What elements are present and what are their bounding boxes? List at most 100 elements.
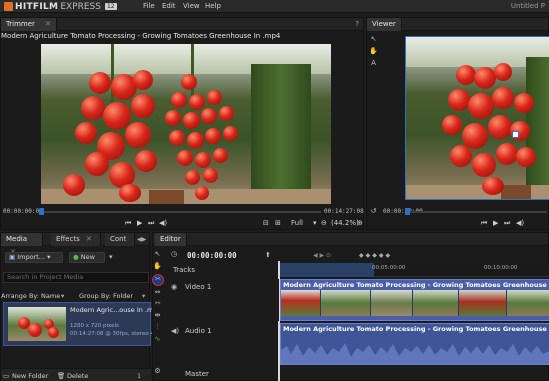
menu-help[interactable]: Help xyxy=(205,2,221,10)
delete-button[interactable]: Delete xyxy=(67,372,88,380)
clip-thumbnail xyxy=(507,290,549,316)
crate xyxy=(501,185,531,199)
tracks-label: Tracks xyxy=(173,266,195,274)
viewer-video-frame[interactable] xyxy=(405,36,549,200)
volume-icon[interactable]: ◀) xyxy=(159,219,167,227)
menu-view[interactable]: View xyxy=(183,2,200,10)
ripple-tool-icon[interactable]: ⇹ xyxy=(153,311,162,320)
tomato xyxy=(119,184,141,202)
tomato xyxy=(133,70,153,90)
timeline-prev-icon[interactable]: ◀ ▶ ⊙ xyxy=(313,252,331,259)
slip-tool-icon[interactable]: ⇔ xyxy=(153,288,162,297)
media-list-item[interactable]: Modern Agric...ouse In .mp4 1280 x 720 p… xyxy=(3,302,162,346)
new-folder-button[interactable]: New Folder xyxy=(12,372,48,380)
tomato xyxy=(462,123,488,149)
tomato xyxy=(131,94,155,118)
tab-trimmer[interactable]: Trimmer ✕ xyxy=(1,18,58,31)
close-icon[interactable]: ✕ xyxy=(86,235,92,243)
export-icon[interactable]: ⬆ xyxy=(265,251,271,259)
snap-tool-icon[interactable]: ⫶ xyxy=(153,323,162,332)
timeline-ruler[interactable]: 00:05:00:00 00:10:00:00 xyxy=(278,263,549,277)
chevron-down-icon: ▾ xyxy=(47,253,51,261)
tomato xyxy=(468,93,494,119)
menu-edit[interactable]: Edit xyxy=(162,2,176,10)
crate xyxy=(149,190,184,204)
zoom-out-icon[interactable]: ⊖ xyxy=(321,219,327,227)
tab-viewer[interactable]: Viewer xyxy=(367,18,402,31)
chevron-down-icon[interactable]: ▾ xyxy=(142,292,145,300)
viewer-scrub-bar[interactable] xyxy=(407,211,547,213)
select-tool-icon[interactable]: ↖ xyxy=(153,250,162,259)
media-footer: ▭ New Folder 🗑 Delete 1 ite xyxy=(1,368,151,381)
overlay-icon[interactable]: ⊞ xyxy=(275,219,281,227)
select-tool-icon[interactable]: ↖ xyxy=(369,35,378,44)
step-forward-icon[interactable]: ⏭ xyxy=(148,219,154,228)
settings-icon[interactable]: ⚙ xyxy=(153,367,162,376)
editor-tabbar: Editor xyxy=(153,233,548,246)
trash-icon[interactable]: 🗑 xyxy=(57,372,65,380)
play-icon[interactable]: ▶ xyxy=(493,219,498,227)
timeline-markers-icon[interactable]: ◆◆◆◆◆ xyxy=(359,252,392,259)
chevron-down-icon[interactable]: ▾ xyxy=(313,219,317,227)
tab-editor-label: Editor xyxy=(160,235,181,243)
media-thumbnail xyxy=(8,307,66,341)
chevron-down-icon[interactable]: ▾ xyxy=(109,253,113,261)
fit-dropdown[interactable]: Full xyxy=(291,219,303,227)
pan-tool-icon[interactable]: ✋ xyxy=(369,47,378,56)
media-search-input[interactable]: Search in Project Media xyxy=(3,272,149,283)
editor-timecode[interactable]: 00:00:00:00 xyxy=(187,251,237,260)
tab-media[interactable]: Media ✕ xyxy=(1,233,43,256)
menu-file[interactable]: File xyxy=(143,2,155,10)
viewer-playhead[interactable] xyxy=(405,208,410,215)
step-back-icon[interactable]: ⏮ xyxy=(481,219,487,228)
tab-media-label: Media xyxy=(6,235,28,243)
trimmer-panel: Trimmer ✕ ? Modern Agriculture Tomato Pr… xyxy=(0,17,364,230)
tomato xyxy=(89,72,111,94)
speaker-icon[interactable]: ◀) xyxy=(171,327,179,335)
tomato xyxy=(189,94,205,110)
play-icon[interactable]: ▶ xyxy=(137,219,142,227)
trimmer-playhead[interactable] xyxy=(39,208,44,215)
step-forward-icon[interactable]: ⏭ xyxy=(504,219,510,228)
tab-viewer-label: Viewer xyxy=(372,20,396,28)
link-tool-icon[interactable]: ∿ xyxy=(153,335,162,344)
rotate-tool-icon[interactable]: ↺ xyxy=(369,207,378,216)
help-icon[interactable]: ? xyxy=(355,20,359,28)
clip-thumbnail xyxy=(413,290,459,316)
folder-icon[interactable]: ▭ xyxy=(3,372,9,380)
tomato xyxy=(125,122,151,148)
volume-icon[interactable]: ◀) xyxy=(516,219,524,227)
text-tool-icon[interactable]: A xyxy=(369,59,378,68)
audio-clip[interactable]: Modern Agriculture Tomato Processing - G… xyxy=(280,323,549,365)
step-back-icon[interactable]: ⏮ xyxy=(125,219,131,228)
tab-trimmer-label: Trimmer xyxy=(6,20,35,28)
video-clip[interactable]: Modern Agriculture Tomato Processing - G… xyxy=(280,279,549,321)
slide-tool-icon[interactable]: ⇿ xyxy=(153,299,162,308)
zoom-in-icon[interactable]: ⊕ xyxy=(357,219,363,227)
audio-waveform xyxy=(281,343,549,364)
trimmer-timecode-end: 00:14:27:08 xyxy=(324,208,364,215)
trimmer-video-frame[interactable] xyxy=(41,44,331,204)
insert-icon[interactable]: ⊟ xyxy=(263,219,269,227)
tab-overflow-icon[interactable]: ◀▶ xyxy=(137,236,146,243)
trimmer-scrub-bar[interactable] xyxy=(41,211,321,213)
ruler-label-10min: 00:10:00:00 xyxy=(484,265,518,271)
chevron-down-icon[interactable]: ▾ xyxy=(61,292,64,300)
eye-icon[interactable]: ◉ xyxy=(171,283,177,291)
tab-editor[interactable]: Editor xyxy=(155,233,187,246)
razor-tool-icon[interactable]: ✂ xyxy=(152,274,164,286)
tab-effects[interactable]: Effects ✕ xyxy=(51,233,101,246)
hand-tool-icon[interactable]: ✋ xyxy=(153,262,162,271)
trimmer-timecode-start: 00:00:00:00 xyxy=(3,208,43,215)
master-track-label: Master xyxy=(185,370,209,378)
arrange-by-dropdown[interactable]: Arrange By: Name xyxy=(1,292,60,300)
group-by-dropdown[interactable]: Group By: Folder xyxy=(79,292,133,300)
audio-clip-title: Modern Agriculture Tomato Processing - G… xyxy=(283,325,549,333)
new-button[interactable]: ● New xyxy=(69,252,105,263)
tab-controls[interactable]: Cont xyxy=(105,233,135,246)
title-bar: HITFILM EXPRESS 12 File Edit View Help U… xyxy=(0,0,549,13)
transform-handle[interactable] xyxy=(512,131,519,138)
close-icon[interactable]: ✕ xyxy=(45,20,51,28)
tomato xyxy=(195,186,209,200)
import-button[interactable]: ▣ Import... ▾ xyxy=(5,252,63,263)
